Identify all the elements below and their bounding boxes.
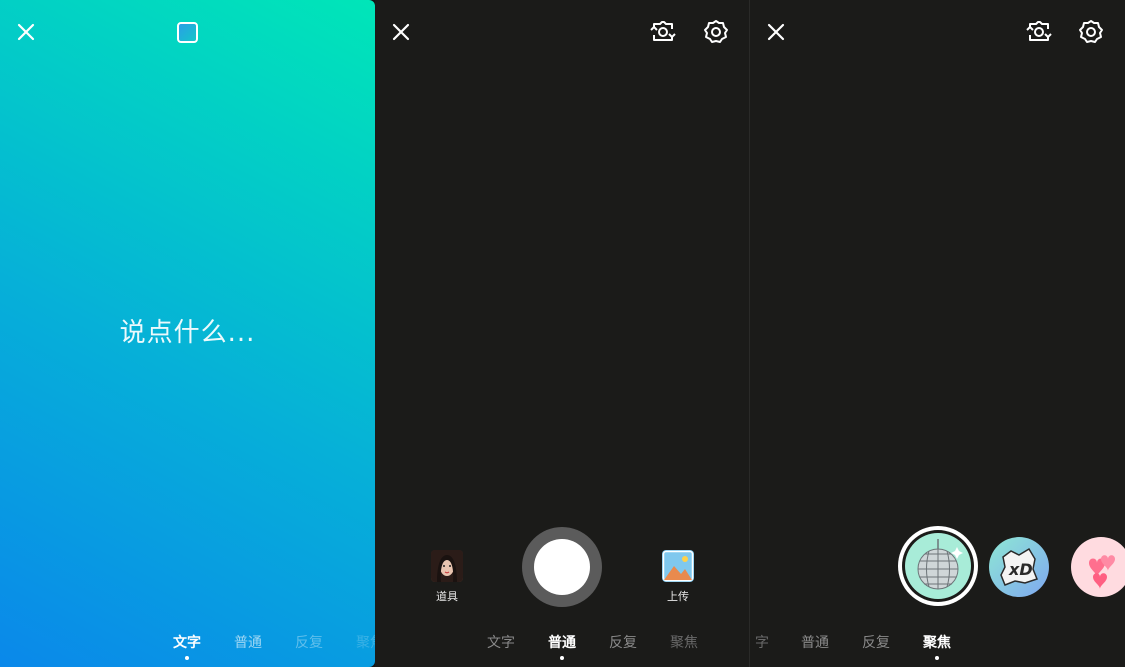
avatar-face-icon — [431, 550, 463, 582]
active-mode-indicator — [560, 656, 564, 660]
color-square-icon[interactable] — [177, 22, 198, 43]
shutter-button[interactable] — [522, 527, 602, 607]
mode-tab-repeat[interactable]: 反复 — [862, 632, 890, 652]
mode-bar: 文字 普通 反复 聚焦 — [0, 632, 375, 652]
shutter-inner — [534, 539, 590, 595]
active-mode-indicator — [935, 656, 939, 660]
effect-disco-ball[interactable] — [898, 526, 978, 606]
mode-tab-normal[interactable]: 普通 — [548, 632, 576, 652]
settings-icon[interactable] — [702, 18, 730, 46]
text-mode-panel: 说点什么... 文字 普通 反复 聚焦 — [0, 0, 375, 667]
mode-tab-repeat[interactable]: 反复 — [295, 632, 323, 652]
props-label: 道具 — [436, 590, 458, 603]
disco-ball-effect-icon — [905, 533, 971, 599]
upload-button[interactable]: 上传 — [658, 550, 698, 604]
upload-label: 上传 — [667, 590, 689, 603]
props-thumbnail — [431, 550, 463, 582]
mode-tab-text[interactable]: 字 — [755, 632, 769, 652]
mode-bar: 字 普通 反复 聚焦 — [750, 632, 1125, 652]
settings-icon[interactable] — [1077, 18, 1105, 46]
mode-tab-text[interactable]: 文字 — [487, 632, 515, 652]
mode-tab-text[interactable]: 文字 — [173, 632, 201, 652]
mode-tab-focus[interactable]: 聚焦 — [356, 632, 375, 652]
upload-thumbnail — [662, 550, 694, 582]
image-gallery-icon — [662, 550, 694, 582]
svg-text:xD: xD — [1008, 560, 1033, 579]
mode-tab-normal[interactable]: 普通 — [801, 632, 829, 652]
close-icon[interactable] — [16, 22, 36, 42]
text-input-placeholder[interactable]: 说点什么... — [0, 312, 375, 349]
active-mode-indicator — [185, 656, 189, 660]
mode-bar: 文字 普通 反复 聚焦 — [375, 632, 749, 652]
hearts-effect-icon — [1089, 555, 1115, 589]
mode-tab-repeat[interactable]: 反复 — [609, 632, 637, 652]
props-button[interactable]: 道具 — [427, 550, 467, 604]
flip-camera-icon[interactable] — [1025, 18, 1053, 46]
xd-sticker-effect-icon: xD — [1000, 547, 1038, 586]
effect-hearts[interactable] — [1071, 537, 1125, 597]
mode-tab-focus[interactable]: 聚焦 — [670, 632, 698, 652]
camera-panel: 道具 上传 文字 普通 反复 聚焦 — [375, 0, 749, 667]
mode-tab-normal[interactable]: 普通 — [234, 632, 262, 652]
close-icon[interactable] — [766, 22, 786, 42]
focus-mode-panel: xD 字 普通 反复 聚焦 — [750, 0, 1125, 667]
mode-tab-focus[interactable]: 聚焦 — [923, 632, 951, 652]
effect-xd-sticker[interactable]: xD — [989, 537, 1049, 597]
flip-camera-icon[interactable] — [649, 18, 677, 46]
close-icon[interactable] — [391, 22, 411, 42]
